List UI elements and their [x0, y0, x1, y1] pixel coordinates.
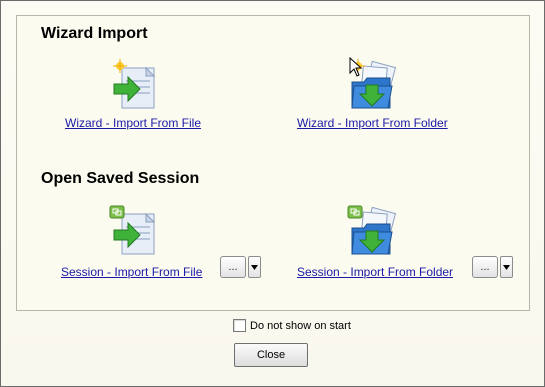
mouse-cursor-icon: [349, 57, 363, 77]
session-file-browse-button[interactable]: ...: [220, 256, 246, 278]
session-folder-browse-split-button: ...: [472, 256, 513, 278]
dropdown-arrow-icon: [503, 264, 510, 270]
session-import-folder-icon[interactable]: [346, 204, 402, 260]
session-import-from-folder-link[interactable]: Session - Import From Folder: [297, 265, 453, 279]
session-folder-dropdown-button[interactable]: [500, 256, 513, 278]
dropdown-arrow-icon: [251, 264, 258, 270]
do-not-show-checkbox[interactable]: [233, 319, 246, 332]
do-not-show-option: Do not show on start: [233, 319, 351, 332]
open-saved-session-heading: Open Saved Session: [41, 170, 200, 187]
session-import-file-icon[interactable]: [108, 204, 164, 260]
session-file-dropdown-button[interactable]: [248, 256, 261, 278]
wizard-import-file-icon[interactable]: [108, 58, 164, 114]
wizard-import-heading: Wizard Import: [41, 25, 148, 42]
wizard-import-from-folder-link[interactable]: Wizard - Import From Folder: [297, 116, 448, 130]
session-import-from-file-link[interactable]: Session - Import From File: [61, 265, 202, 279]
session-file-browse-split-button: ...: [220, 256, 261, 278]
close-button[interactable]: Close: [234, 343, 308, 367]
do-not-show-label[interactable]: Do not show on start: [250, 320, 351, 332]
wizard-import-from-file-link[interactable]: Wizard - Import From File: [65, 116, 201, 130]
dialog-window: Wizard Import Wizard - Import From File …: [0, 0, 545, 387]
session-folder-browse-button[interactable]: ...: [472, 256, 498, 278]
